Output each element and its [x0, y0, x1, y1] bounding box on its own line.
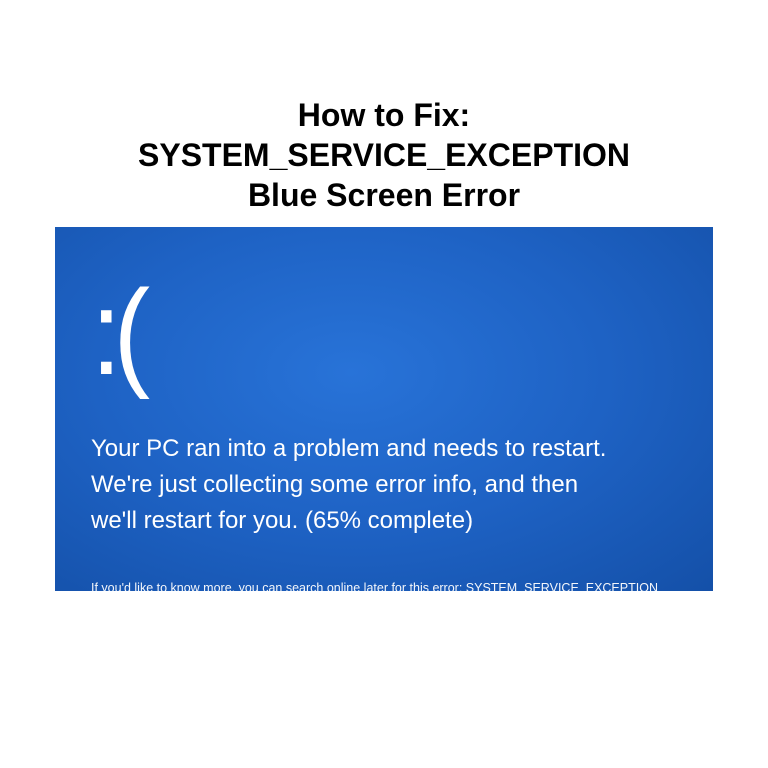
- article-container: How to Fix: SYSTEM_SERVICE_EXCEPTION Blu…: [0, 0, 768, 768]
- bsod-message-line-2: We're just collecting some error info, a…: [91, 471, 578, 498]
- title-line-2: SYSTEM_SERVICE_EXCEPTION: [138, 137, 630, 173]
- bsod-message: Your PC ran into a problem and needs to …: [91, 431, 677, 539]
- bsod-message-line-1: Your PC ran into a problem and needs to …: [91, 435, 606, 462]
- sad-face-icon: :(: [91, 273, 677, 394]
- bsod-message-line-3: we'll restart for you. (65% complete): [91, 507, 473, 534]
- bluescreen-image: :( Your PC ran into a problem and needs …: [55, 227, 713, 591]
- bsod-footnote: If you'd like to know more, you can sear…: [91, 581, 677, 595]
- title-line-1: How to Fix:: [298, 97, 470, 133]
- title-line-3: Blue Screen Error: [248, 177, 520, 213]
- article-title: How to Fix: SYSTEM_SERVICE_EXCEPTION Blu…: [138, 95, 630, 215]
